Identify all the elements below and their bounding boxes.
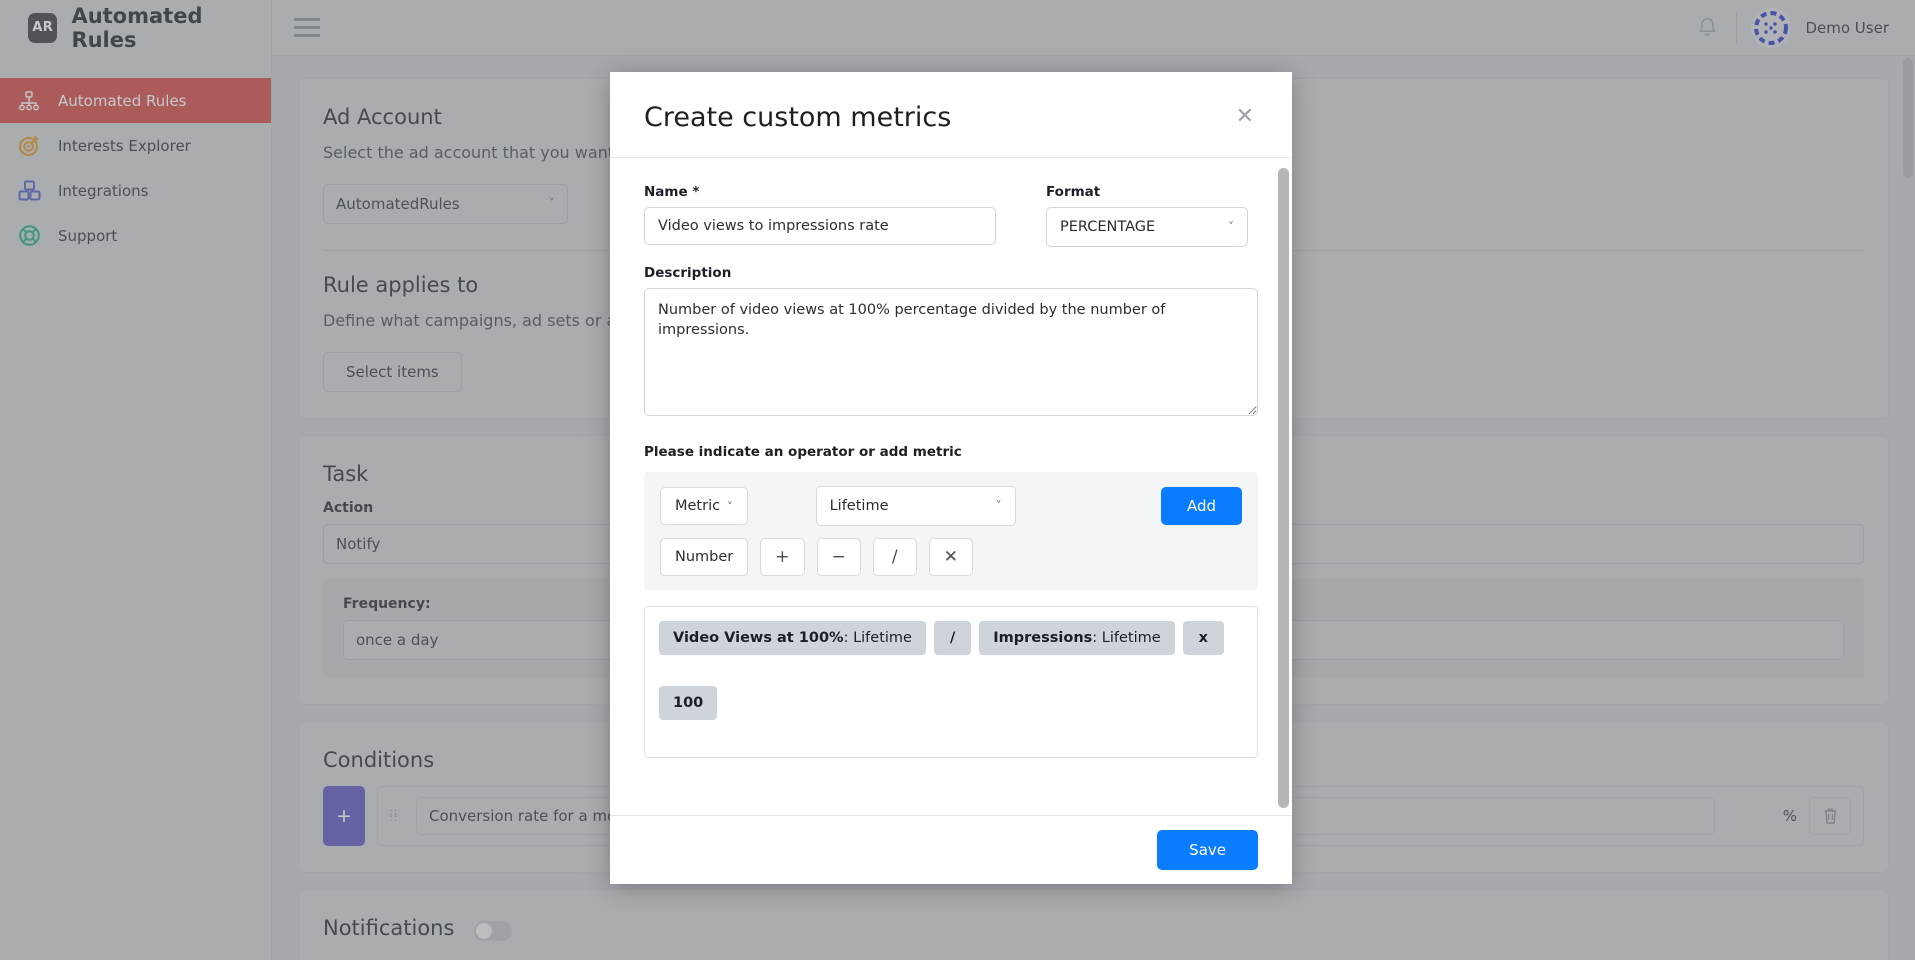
formula-chip-number[interactable]: 100 (659, 686, 718, 720)
modal-footer: Save (610, 815, 1292, 884)
modal-scrollbar-thumb[interactable] (1278, 168, 1289, 808)
formula-chip-metric[interactable]: Impressions: Lifetime (979, 621, 1175, 655)
modal-header: Create custom metrics ✕ (610, 72, 1292, 158)
formula-chip-metric[interactable]: Video Views at 100%: Lifetime (659, 621, 926, 655)
formula-chip-name: Impressions (993, 630, 1093, 646)
minus-icon: − (831, 546, 846, 567)
time-window-select[interactable]: Lifetime ˅ (815, 486, 1016, 526)
modal-body: Name * Format PERCENTAGE ˅ Description N… (610, 158, 1292, 815)
formula-chip-window: : Lifetime (843, 630, 912, 646)
metric-dropdown-label: Metric (675, 498, 721, 514)
plus-icon: + (775, 546, 790, 567)
metric-dropdown-button[interactable]: Metric ˅ (660, 487, 748, 525)
number-button[interactable]: Number (660, 538, 749, 576)
description-field-group: Description Number of video views at 100… (644, 265, 1258, 420)
modal-title: Create custom metrics (644, 102, 952, 133)
name-format-row: Name * Format PERCENTAGE ˅ (644, 184, 1258, 247)
format-label: Format (1046, 184, 1101, 200)
name-field-group: Name * (644, 184, 996, 247)
formula-chip-window: : Lifetime (1092, 630, 1161, 646)
format-field-group: Format PERCENTAGE ˅ (1046, 184, 1248, 247)
chevron-down-icon: ˅ (995, 499, 1002, 513)
name-input[interactable] (644, 207, 996, 245)
create-custom-metrics-modal: Create custom metrics ✕ Name * Format PE… (610, 72, 1292, 884)
close-icon[interactable]: ✕ (1232, 102, 1258, 132)
chevron-down-icon: ˅ (727, 499, 733, 513)
description-textarea[interactable]: Number of video views at 100% percentage… (644, 288, 1258, 416)
operator-minus-button[interactable]: − (816, 538, 861, 576)
name-label: Name * (644, 184, 700, 200)
format-select-value: PERCENTAGE (1060, 219, 1156, 235)
builder-row-top: Metric ˅ Lifetime ˅ Add (660, 486, 1242, 526)
modal-scrollbar[interactable] (1278, 168, 1289, 808)
chevron-down-icon: ˅ (1228, 220, 1234, 234)
builder-row-operators: Number + − / ✕ (660, 538, 1242, 576)
format-select[interactable]: PERCENTAGE ˅ (1046, 207, 1248, 247)
description-label: Description (644, 265, 732, 281)
operator-plus-button[interactable]: + (760, 538, 805, 576)
divide-icon: / (891, 546, 898, 567)
formula-chip-operator[interactable]: x (1182, 621, 1225, 655)
formula-chip-operator[interactable]: / (933, 621, 972, 655)
builder-section-label: Please indicate an operator or add metri… (644, 444, 962, 460)
multiply-icon: ✕ (943, 546, 958, 567)
formula-area[interactable]: Video Views at 100%: Lifetime / Impressi… (644, 606, 1258, 758)
metric-builder: Metric ˅ Lifetime ˅ Add Number + − / ✕ (644, 472, 1258, 590)
add-button[interactable]: Add (1160, 487, 1242, 525)
formula-chip-name: Video Views at 100% (673, 630, 844, 646)
time-window-value: Lifetime (829, 498, 889, 514)
operator-multiply-button[interactable]: ✕ (928, 538, 973, 576)
operator-divide-button[interactable]: / (872, 538, 917, 576)
save-button[interactable]: Save (1157, 830, 1258, 870)
